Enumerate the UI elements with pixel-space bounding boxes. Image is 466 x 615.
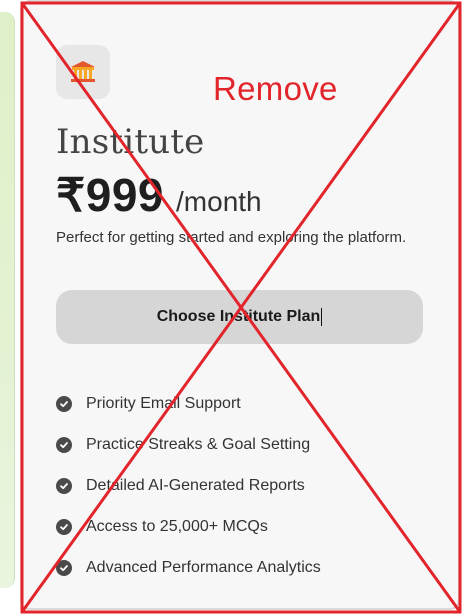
feature-list: Priority Email Support Practice Streaks … (56, 383, 436, 588)
plan-price: ₹999 (56, 169, 165, 221)
check-circle-icon (56, 395, 72, 412)
feature-label: Detailed AI-Generated Reports (86, 476, 305, 494)
text-cursor (321, 308, 323, 326)
check-circle-icon (56, 559, 72, 576)
feature-item: Detailed AI-Generated Reports (56, 465, 436, 506)
plan-title: Institute (56, 122, 205, 162)
check-circle-icon (56, 518, 72, 535)
choose-plan-button-label: Choose Institute Plan (156, 308, 321, 325)
institute-building-icon (56, 45, 110, 99)
feature-item: Priority Email Support (56, 383, 436, 424)
choose-plan-button[interactable]: Choose Institute Plan (56, 290, 423, 344)
plan-description: Perfect for getting started and explorin… (56, 229, 407, 246)
feature-item: Practice Streaks & Goal Setting (56, 424, 436, 465)
feature-label: Practice Streaks & Goal Setting (86, 435, 311, 453)
feature-label: Advanced Performance Analytics (86, 558, 321, 576)
feature-label: Access to 25,000+ MCQs (86, 517, 268, 535)
feature-item: Advanced Performance Analytics (56, 547, 436, 588)
feature-label: Priority Email Support (86, 394, 241, 412)
check-circle-icon (56, 477, 72, 494)
billing-period: /month (176, 186, 262, 217)
remove-annotation: Remove (213, 70, 338, 107)
price-row: ₹999 /month (56, 168, 262, 222)
adjacent-card-edge (0, 12, 15, 588)
feature-item: Access to 25,000+ MCQs (56, 506, 436, 547)
check-circle-icon (56, 436, 72, 453)
